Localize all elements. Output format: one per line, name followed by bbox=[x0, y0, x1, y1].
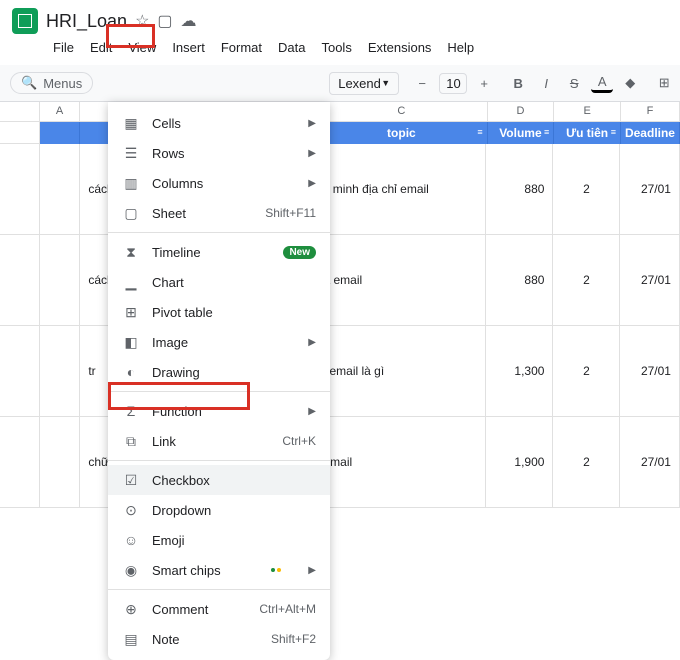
col-d[interactable]: D bbox=[488, 102, 555, 121]
hdr-priority[interactable]: Ưu tiên≡ bbox=[554, 122, 621, 144]
menu-note[interactable]: ▤NoteShift+F2 bbox=[108, 624, 330, 654]
menu-emoji[interactable]: ☺Emoji bbox=[108, 525, 330, 555]
grid: A B≡ C D E F topic≡ Volume≡ Ưu tiên≡ Dea… bbox=[0, 102, 680, 508]
menu-columns[interactable]: ▥Columns▶ bbox=[108, 168, 330, 198]
font-size-plus[interactable]: + bbox=[473, 71, 495, 95]
note-icon: ▤ bbox=[122, 630, 140, 648]
timeline-icon: ⧗ bbox=[122, 243, 140, 261]
table-row: cáchc minh địa chỉ email880227/01 bbox=[0, 144, 680, 235]
menu-function[interactable]: ΣFunction▶ bbox=[108, 396, 330, 426]
italic-button[interactable]: I bbox=[535, 71, 557, 95]
doc-title[interactable]: HRI_Loan bbox=[46, 11, 127, 32]
menu-comment[interactable]: ⊕CommentCtrl+Alt+M bbox=[108, 594, 330, 624]
menu-timeline[interactable]: ⧗TimelineNew bbox=[108, 237, 330, 267]
menu-insert[interactable]: Insert bbox=[165, 36, 212, 59]
fill-color-button[interactable]: ◆ bbox=[619, 71, 641, 95]
menu-file[interactable]: File bbox=[46, 36, 81, 59]
pivot-icon: ⊞ bbox=[122, 303, 140, 321]
menu-checkbox[interactable]: ☑Checkbox bbox=[108, 465, 330, 495]
col-a[interactable]: A bbox=[40, 102, 80, 121]
cloud-icon[interactable]: ☁ bbox=[181, 11, 197, 31]
titlebar: HRI_Loan ☆ ▢ ☁ bbox=[0, 0, 680, 36]
hdr-deadline[interactable]: Deadline bbox=[621, 122, 680, 144]
dropdown-icon: ⊙ bbox=[122, 501, 140, 519]
menu-view[interactable]: View bbox=[121, 36, 163, 59]
insert-dropdown: ▦Cells▶ ☰Rows▶ ▥Columns▶ ▢SheetShift+F11… bbox=[108, 102, 330, 660]
search-icon: 🔍 bbox=[21, 75, 37, 91]
cells-icon: ▦ bbox=[122, 114, 140, 132]
rows-icon: ☰ bbox=[122, 144, 140, 162]
chevron-right-icon: ▶ bbox=[308, 118, 316, 129]
link-icon: ⧉ bbox=[122, 432, 140, 450]
header-row: topic≡ Volume≡ Ưu tiên≡ Deadline bbox=[0, 122, 680, 144]
function-icon: Σ bbox=[122, 402, 140, 420]
data-rows: cáchc minh địa chỉ email880227/01 cácha … bbox=[0, 144, 680, 508]
chart-icon: ▁ bbox=[122, 273, 140, 291]
borders-button[interactable]: ⊞ bbox=[653, 71, 675, 95]
menu-sheet[interactable]: ▢SheetShift+F11 bbox=[108, 198, 330, 228]
chevron-right-icon: ▶ bbox=[308, 178, 316, 189]
sheets-logo[interactable] bbox=[12, 8, 38, 34]
menu-help[interactable]: Help bbox=[440, 36, 481, 59]
menu-chart[interactable]: ▁Chart bbox=[108, 267, 330, 297]
strike-button[interactable]: S bbox=[563, 71, 585, 95]
table-row: cácha email880227/01 bbox=[0, 235, 680, 326]
menu-smart-chips[interactable]: ◉Smart chips ▶ bbox=[108, 555, 330, 585]
menubar: File Edit View Insert Format Data Tools … bbox=[0, 36, 680, 65]
emoji-icon: ☺ bbox=[122, 531, 140, 549]
hdr-topic[interactable]: topic≡ bbox=[316, 122, 487, 144]
col-c[interactable]: C bbox=[316, 102, 487, 121]
chevron-right-icon: ▶ bbox=[308, 148, 316, 159]
chevron-right-icon: ▶ bbox=[308, 337, 316, 348]
chevron-down-icon: ▼ bbox=[381, 78, 390, 88]
chip-icon: ◉ bbox=[122, 561, 140, 579]
filter-icon: ≡ bbox=[611, 127, 616, 137]
menu-link[interactable]: ⧉LinkCtrl+K bbox=[108, 426, 330, 456]
dots-icon bbox=[271, 568, 281, 572]
checkbox-icon: ☑ bbox=[122, 471, 140, 489]
select-all-corner[interactable] bbox=[0, 102, 40, 121]
sheet-icon: ▢ bbox=[122, 204, 140, 222]
filter-icon: ≡ bbox=[544, 127, 549, 137]
chevron-right-icon: ▶ bbox=[308, 565, 316, 576]
filter-icon: ≡ bbox=[477, 127, 482, 137]
menu-drawing[interactable]: ◐Drawing bbox=[108, 357, 330, 387]
table-row: trị email là gì1,300227/01 bbox=[0, 326, 680, 417]
image-icon: ◧ bbox=[122, 333, 140, 351]
hdr-volume[interactable]: Volume≡ bbox=[488, 122, 555, 144]
drawing-icon: ◐ bbox=[122, 363, 140, 381]
menu-image[interactable]: ◧Image▶ bbox=[108, 327, 330, 357]
menu-tools[interactable]: Tools bbox=[314, 36, 358, 59]
toolbar: 🔍 Menus Lexend ▼ − 10 + B I S A ◆ ⊞ ⇋ bbox=[0, 65, 680, 102]
menu-data[interactable]: Data bbox=[271, 36, 312, 59]
menu-edit[interactable]: Edit bbox=[83, 36, 119, 59]
menu-pivot[interactable]: ⊞Pivot table bbox=[108, 297, 330, 327]
move-icon[interactable]: ▢ bbox=[157, 11, 172, 31]
font-size-input[interactable]: 10 bbox=[439, 73, 467, 94]
bold-button[interactable]: B bbox=[507, 71, 529, 95]
menu-extensions[interactable]: Extensions bbox=[361, 36, 439, 59]
column-headers: A B≡ C D E F bbox=[0, 102, 680, 122]
chevron-right-icon: ▶ bbox=[308, 406, 316, 417]
col-e[interactable]: E bbox=[554, 102, 621, 121]
table-row: chữ lemail1,900227/01 bbox=[0, 417, 680, 508]
font-size-minus[interactable]: − bbox=[411, 71, 433, 95]
menu-rows[interactable]: ☰Rows▶ bbox=[108, 138, 330, 168]
font-selector[interactable]: Lexend ▼ bbox=[329, 72, 399, 95]
new-badge: New bbox=[283, 246, 316, 259]
text-color-button[interactable]: A bbox=[591, 73, 613, 93]
columns-icon: ▥ bbox=[122, 174, 140, 192]
star-icon[interactable]: ☆ bbox=[135, 11, 149, 31]
menus-search[interactable]: 🔍 Menus bbox=[10, 72, 93, 94]
menu-format[interactable]: Format bbox=[214, 36, 269, 59]
menu-cells[interactable]: ▦Cells▶ bbox=[108, 108, 330, 138]
col-f[interactable]: F bbox=[621, 102, 680, 121]
comment-icon: ⊕ bbox=[122, 600, 140, 618]
